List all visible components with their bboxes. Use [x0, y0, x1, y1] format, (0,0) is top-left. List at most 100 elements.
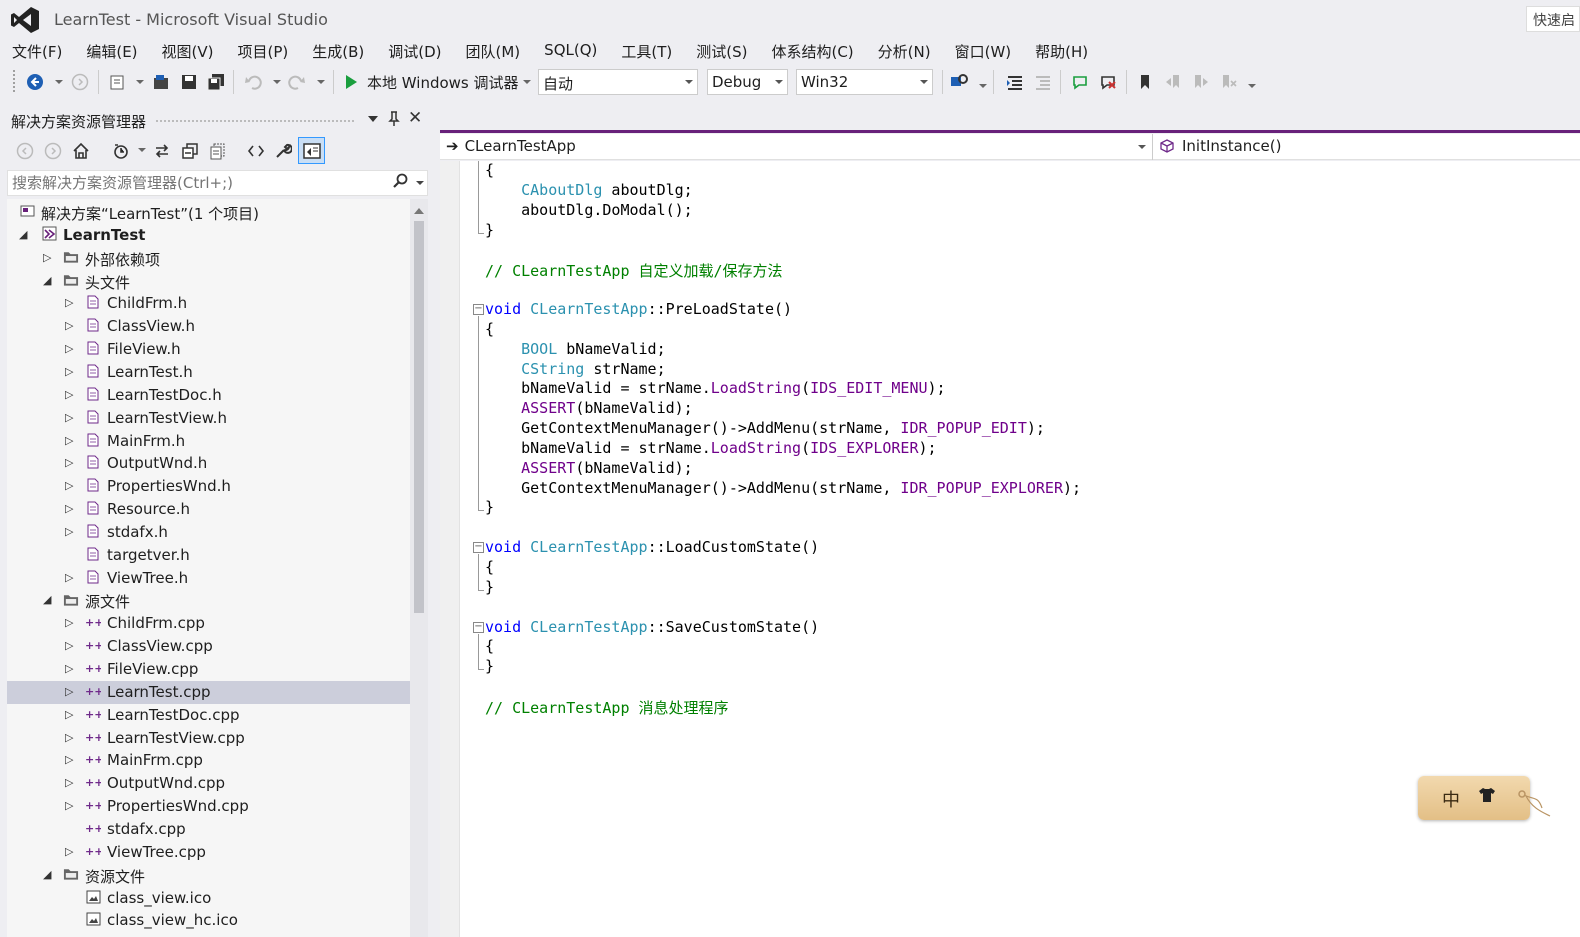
code-line[interactable]: ASSERT(bNameValid); — [485, 459, 693, 479]
code-line[interactable]: bNameValid = strName.LoadString(IDS_EDIT… — [485, 379, 945, 399]
redo-icon[interactable] — [286, 71, 308, 93]
tree-item[interactable]: ◢ 源文件 — [7, 589, 410, 612]
menu-item[interactable]: 生成(B) — [312, 40, 364, 64]
tree-item[interactable]: ▷ ++ ViewTree.cpp — [7, 841, 410, 864]
tree-item[interactable]: ▷ ++ LearnTestDoc.cpp — [7, 704, 410, 727]
bookmark-icon[interactable] — [1134, 71, 1156, 93]
tree-item[interactable]: ▷ 外部依赖项 — [7, 247, 410, 270]
code-line[interactable]: ASSERT(bNameValid); — [485, 399, 693, 419]
search-options-dropdown-icon[interactable] — [416, 181, 424, 185]
collapse-region-icon[interactable]: − — [473, 303, 484, 315]
menu-item[interactable]: 体系结构(C) — [771, 40, 853, 64]
collapsed-arrow-icon[interactable]: ▷ — [65, 502, 73, 515]
home-icon[interactable] — [70, 140, 92, 162]
tree-item[interactable]: ▷ FileView.h — [7, 338, 410, 361]
collapse-region-icon[interactable]: − — [473, 542, 484, 554]
tree-item[interactable]: ▷ ++ OutputWnd.cpp — [7, 772, 410, 795]
code-line[interactable]: } — [485, 221, 494, 241]
tree-item[interactable]: 解决方案“LearnTest”(1 个项目) — [7, 201, 410, 224]
panel-grip[interactable] — [155, 119, 355, 123]
undo-dropdown-icon[interactable] — [273, 80, 281, 84]
editor-margin[interactable] — [440, 161, 460, 937]
code-line[interactable]: // CLearnTestApp 消息处理程序 — [485, 697, 729, 717]
undo-icon[interactable] — [242, 71, 264, 93]
forward-icon[interactable] — [42, 140, 64, 162]
collapsed-arrow-icon[interactable]: ▷ — [65, 708, 73, 721]
collapsed-arrow-icon[interactable]: ▷ — [65, 296, 73, 309]
tree-item[interactable]: ▷ ++ PropertiesWnd.cpp — [7, 795, 410, 818]
code-line[interactable]: void CLearnTestApp::LoadCustomState() — [485, 538, 819, 558]
collapsed-arrow-icon[interactable]: ▷ — [65, 319, 73, 332]
back-dropdown-icon[interactable] — [55, 80, 63, 84]
properties-wrench-icon[interactable] — [272, 140, 294, 162]
code-line[interactable]: { — [485, 637, 494, 657]
search-input[interactable] — [12, 174, 382, 192]
filter-dropdown-icon[interactable] — [138, 148, 146, 152]
menu-item[interactable]: 帮助(H) — [1035, 40, 1088, 64]
menu-item[interactable]: SQL(Q) — [544, 40, 597, 64]
quick-launch-input[interactable]: 快速启 — [1526, 6, 1580, 32]
collapsed-arrow-icon[interactable]: ▷ — [65, 456, 73, 469]
pending-changes-filter-icon[interactable] — [110, 140, 132, 162]
clear-bookmarks-icon[interactable] — [1218, 71, 1240, 93]
preview-selected-items-icon[interactable] — [298, 137, 325, 164]
menu-item[interactable]: 团队(M) — [466, 40, 521, 64]
debugger-dropdown-icon[interactable] — [523, 80, 531, 84]
collapsed-arrow-icon[interactable]: ▷ — [65, 388, 73, 401]
tree-item[interactable]: ▷ ++ ClassView.cpp — [7, 635, 410, 658]
view-code-icon[interactable] — [245, 140, 267, 162]
tree-item[interactable]: ▷ ChildFrm.h — [7, 292, 410, 315]
menu-item[interactable]: 分析(N) — [878, 40, 931, 64]
menu-item[interactable]: 测试(S) — [696, 40, 747, 64]
member-dropdown[interactable]: InitInstance() — [1154, 134, 1580, 160]
scrollbar-thumb[interactable] — [414, 221, 424, 613]
menu-item[interactable]: 视图(V) — [162, 40, 214, 64]
tree-item[interactable]: targetver.h — [7, 544, 410, 567]
uncomment-lines-icon[interactable] — [1097, 71, 1119, 93]
collapsed-arrow-icon[interactable]: ▷ — [43, 251, 51, 264]
collapsed-arrow-icon[interactable]: ▷ — [65, 525, 73, 538]
tree-item[interactable]: ▷ Resource.h — [7, 498, 410, 521]
code-line[interactable]: { — [485, 320, 494, 340]
tree-item[interactable]: ▷ PropertiesWnd.h — [7, 475, 410, 498]
collapse-all-icon[interactable] — [179, 140, 201, 162]
code-line[interactable]: { — [485, 558, 494, 578]
tree-item[interactable]: ▷ MainFrm.h — [7, 430, 410, 453]
code-line[interactable]: // CLearnTestApp 自定义加载/保存方法 — [485, 260, 783, 280]
tree-item[interactable]: ▷ LearnTestView.h — [7, 407, 410, 430]
menu-item[interactable]: 窗口(W) — [955, 40, 1012, 64]
collapsed-arrow-icon[interactable]: ▷ — [65, 365, 73, 378]
tree-item[interactable]: ▷ LearnTestDoc.h — [7, 384, 410, 407]
platform-combo[interactable]: Win32 — [796, 69, 933, 95]
collapsed-arrow-icon[interactable]: ▷ — [65, 731, 73, 744]
tree-item[interactable]: ▷ stdafx.h — [7, 521, 410, 544]
new-project-icon[interactable] — [106, 71, 128, 93]
ime-skin-icon[interactable] — [1478, 787, 1496, 807]
code-line[interactable]: GetContextMenuManager()->AddMenu(strName… — [485, 479, 1081, 499]
tree-item[interactable]: class_view.ico — [7, 887, 410, 910]
collapsed-arrow-icon[interactable]: ▷ — [65, 845, 73, 858]
toolbar-grip[interactable] — [12, 69, 16, 93]
code-line[interactable]: BOOL bNameValid; — [485, 340, 666, 360]
code-line[interactable]: } — [485, 498, 494, 518]
code-line[interactable]: bNameValid = strName.LoadString(IDS_EXPL… — [485, 439, 936, 459]
navigate-forward-icon[interactable] — [69, 71, 91, 93]
save-icon[interactable] — [178, 71, 200, 93]
expanded-arrow-icon[interactable]: ◢ — [43, 274, 51, 287]
collapsed-arrow-icon[interactable]: ▷ — [65, 479, 73, 492]
expanded-arrow-icon[interactable]: ◢ — [43, 593, 51, 606]
save-all-icon[interactable] — [205, 71, 227, 93]
indent-icon[interactable] — [1004, 71, 1026, 93]
configuration-combo[interactable]: Debug — [707, 69, 788, 95]
tree-item[interactable]: ▷ ++ LearnTest.cpp — [7, 680, 410, 704]
collapsed-arrow-icon[interactable]: ▷ — [65, 799, 73, 812]
solution-tree-scrollbar[interactable] — [410, 199, 428, 937]
ime-mode-label[interactable]: 中 — [1442, 786, 1460, 812]
tree-item[interactable]: ◢ 头文件 — [7, 270, 410, 293]
comment-lines-icon[interactable] — [1069, 71, 1091, 93]
collapsed-arrow-icon[interactable]: ▷ — [65, 753, 73, 766]
navigate-back-icon[interactable] — [24, 71, 46, 93]
solution-mode-combo[interactable]: 自动 — [538, 69, 698, 95]
tree-item[interactable]: ▷ LearnTest.h — [7, 361, 410, 384]
sync-with-active-document-icon[interactable] — [151, 140, 173, 162]
